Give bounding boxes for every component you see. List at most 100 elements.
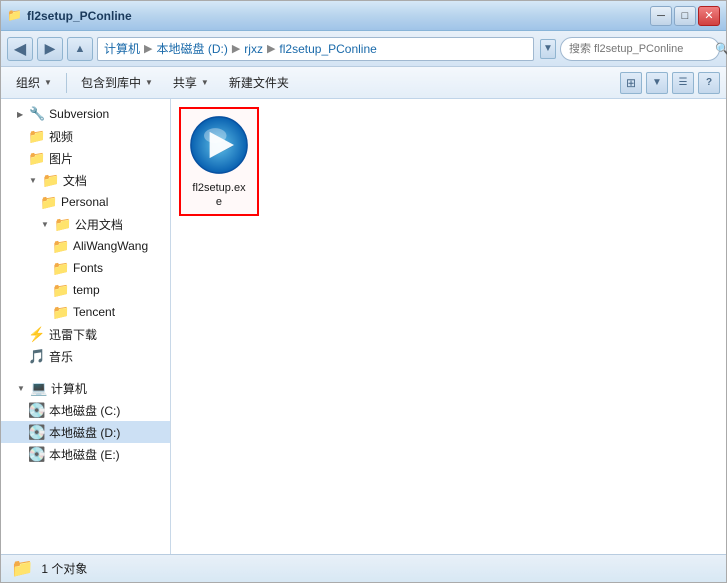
sidebar-label-thunder: 迅雷下载: [49, 326, 97, 343]
images-folder-icon: 📁: [29, 150, 45, 166]
sidebar-item-drive-c[interactable]: 💽 本地磁盘 (C:): [1, 399, 170, 421]
sidebar-label-drive-d: 本地磁盘 (D:): [49, 424, 120, 441]
sidebar-item-music[interactable]: 🎵 音乐: [1, 345, 170, 367]
music-icon: 🎵: [29, 348, 45, 364]
forward-button[interactable]: ▶: [37, 37, 63, 61]
subversion-icon: 🔧: [29, 106, 45, 122]
include-arrow: ▼: [145, 78, 153, 87]
breadcrumb-rjxz[interactable]: rjxz: [244, 42, 263, 56]
breadcrumb-dropdown[interactable]: ▼: [540, 39, 556, 59]
search-input[interactable]: [569, 43, 711, 55]
sidebar-item-docs[interactable]: ▼ 📁 文档: [1, 169, 170, 191]
public-docs-icon: 📁: [55, 216, 71, 232]
expand-arrow-computer: ▼: [17, 384, 25, 393]
sidebar-item-thunder[interactable]: ⚡ 迅雷下载: [1, 323, 170, 345]
view-dropdown-button[interactable]: ▼: [646, 72, 668, 94]
help-button[interactable]: ?: [698, 72, 720, 94]
file-icon-wrapper: [187, 113, 251, 177]
new-folder-label: 新建文件夹: [229, 74, 289, 91]
breadcrumb-bar[interactable]: 计算机 ▶ 本地磁盘 (D:) ▶ rjxz ▶ fl2setup_PConli…: [97, 37, 534, 61]
exe-icon: [189, 115, 249, 175]
toolbar: 组织 ▼ 包含到库中 ▼ 共享 ▼ 新建文件夹 ⊞ ▼ ☰ ?: [1, 67, 726, 99]
sidebar-item-images[interactable]: 📁 图片: [1, 147, 170, 169]
view-details-button[interactable]: ☰: [672, 72, 694, 94]
title-controls: ─ □ ✕: [650, 6, 720, 26]
minimize-button[interactable]: ─: [650, 6, 672, 26]
sidebar-label-drive-c: 本地磁盘 (C:): [49, 402, 120, 419]
fonts-icon: 📁: [53, 260, 69, 276]
sidebar-label-drive-e: 本地磁盘 (E:): [49, 446, 120, 463]
search-icon[interactable]: 🔍: [715, 42, 727, 56]
up-button[interactable]: ▲: [67, 37, 93, 61]
close-button[interactable]: ✕: [698, 6, 720, 26]
breadcrumb-folder[interactable]: fl2setup_PConline: [279, 42, 376, 56]
sidebar-item-video[interactable]: 📁 视频: [1, 125, 170, 147]
main-window: 📁 fl2setup_PConline ─ □ ✕ ◀ ▶ ▲ 计算机 ▶ 本地…: [0, 0, 727, 583]
sidebar-spacer: [1, 367, 170, 377]
address-bar: ◀ ▶ ▲ 计算机 ▶ 本地磁盘 (D:) ▶ rjxz ▶ fl2setup_…: [1, 31, 726, 67]
docs-folder-icon: 📁: [43, 172, 59, 188]
organize-arrow: ▼: [44, 78, 52, 87]
title-bar-left: 📁 fl2setup_PConline: [7, 8, 132, 24]
sidebar-label-tencent: Tencent: [73, 305, 115, 319]
sidebar-label-computer: 计算机: [51, 380, 87, 397]
drive-c-icon: 💽: [29, 402, 45, 418]
sidebar-item-computer[interactable]: ▼ 💻 计算机: [1, 377, 170, 399]
sidebar-label-video: 视频: [49, 128, 73, 145]
share-arrow: ▼: [201, 78, 209, 87]
expand-arrow-public: ▼: [41, 220, 49, 229]
organize-label: 组织: [16, 74, 40, 91]
status-text: 1 个对象: [41, 560, 87, 577]
sidebar-label-public-docs: 公用文档: [75, 216, 123, 233]
file-item-fl2setup[interactable]: fl2setup.exe: [179, 107, 259, 216]
breadcrumb-computer[interactable]: 计算机: [104, 40, 140, 57]
sidebar-label-music: 音乐: [49, 348, 73, 365]
expand-arrow-subversion: ▶: [17, 110, 23, 119]
sidebar-item-public-docs[interactable]: ▼ 📁 公用文档: [1, 213, 170, 235]
temp-icon: 📁: [53, 282, 69, 298]
share-label: 共享: [173, 74, 197, 91]
organize-button[interactable]: 组织 ▼: [7, 70, 61, 96]
window-icon: 📁: [7, 8, 23, 24]
breadcrumb-drive-d[interactable]: 本地磁盘 (D:): [156, 40, 227, 57]
status-bar: 📁 1 个对象: [1, 554, 726, 582]
sidebar-label-fonts: Fonts: [73, 261, 103, 275]
sidebar-item-aliwangwang[interactable]: 📁 AliWangWang: [1, 235, 170, 257]
drive-e-icon: 💽: [29, 446, 45, 462]
file-name-fl2setup: fl2setup.exe: [192, 181, 245, 210]
share-button[interactable]: 共享 ▼: [164, 70, 218, 96]
sidebar-item-temp[interactable]: 📁 temp: [1, 279, 170, 301]
sidebar-item-personal[interactable]: 📁 Personal: [1, 191, 170, 213]
title-bar: 📁 fl2setup_PConline ─ □ ✕: [1, 1, 726, 31]
expand-arrow-docs: ▼: [29, 176, 37, 185]
computer-icon: 💻: [31, 380, 47, 396]
personal-folder-icon: 📁: [41, 194, 57, 210]
include-button[interactable]: 包含到库中 ▼: [72, 70, 162, 96]
sidebar-item-tencent[interactable]: 📁 Tencent: [1, 301, 170, 323]
sidebar-item-fonts[interactable]: 📁 Fonts: [1, 257, 170, 279]
toolbar-separator-1: [66, 73, 67, 93]
file-area: fl2setup.exe: [171, 99, 726, 554]
sidebar: ▶ 🔧 Subversion 📁 视频 📁 图片 ▼ 📁 文档: [1, 99, 171, 554]
toolbar-right: ⊞ ▼ ☰ ?: [620, 72, 720, 94]
sidebar-item-drive-e[interactable]: 💽 本地磁盘 (E:): [1, 443, 170, 465]
main-area: ▶ 🔧 Subversion 📁 视频 📁 图片 ▼ 📁 文档: [1, 99, 726, 554]
tencent-icon: 📁: [53, 304, 69, 320]
sidebar-label-docs: 文档: [63, 172, 87, 189]
sidebar-label-subversion: Subversion: [49, 107, 109, 121]
sidebar-label-aliwang: AliWangWang: [73, 239, 148, 253]
sidebar-label-temp: temp: [73, 283, 100, 297]
back-button[interactable]: ◀: [7, 37, 33, 61]
video-folder-icon: 📁: [29, 128, 45, 144]
drive-d-icon: 💽: [29, 424, 45, 440]
maximize-button[interactable]: □: [674, 6, 696, 26]
window-title: fl2setup_PConline: [27, 9, 132, 23]
sidebar-item-drive-d[interactable]: 💽 本地磁盘 (D:): [1, 421, 170, 443]
sidebar-label-personal: Personal: [61, 195, 108, 209]
aliwang-icon: 📁: [53, 238, 69, 254]
sidebar-label-images: 图片: [49, 150, 73, 167]
new-folder-button[interactable]: 新建文件夹: [220, 70, 298, 96]
view-grid-button[interactable]: ⊞: [620, 72, 642, 94]
thunder-icon: ⚡: [29, 326, 45, 342]
sidebar-item-subversion[interactable]: ▶ 🔧 Subversion: [1, 103, 170, 125]
